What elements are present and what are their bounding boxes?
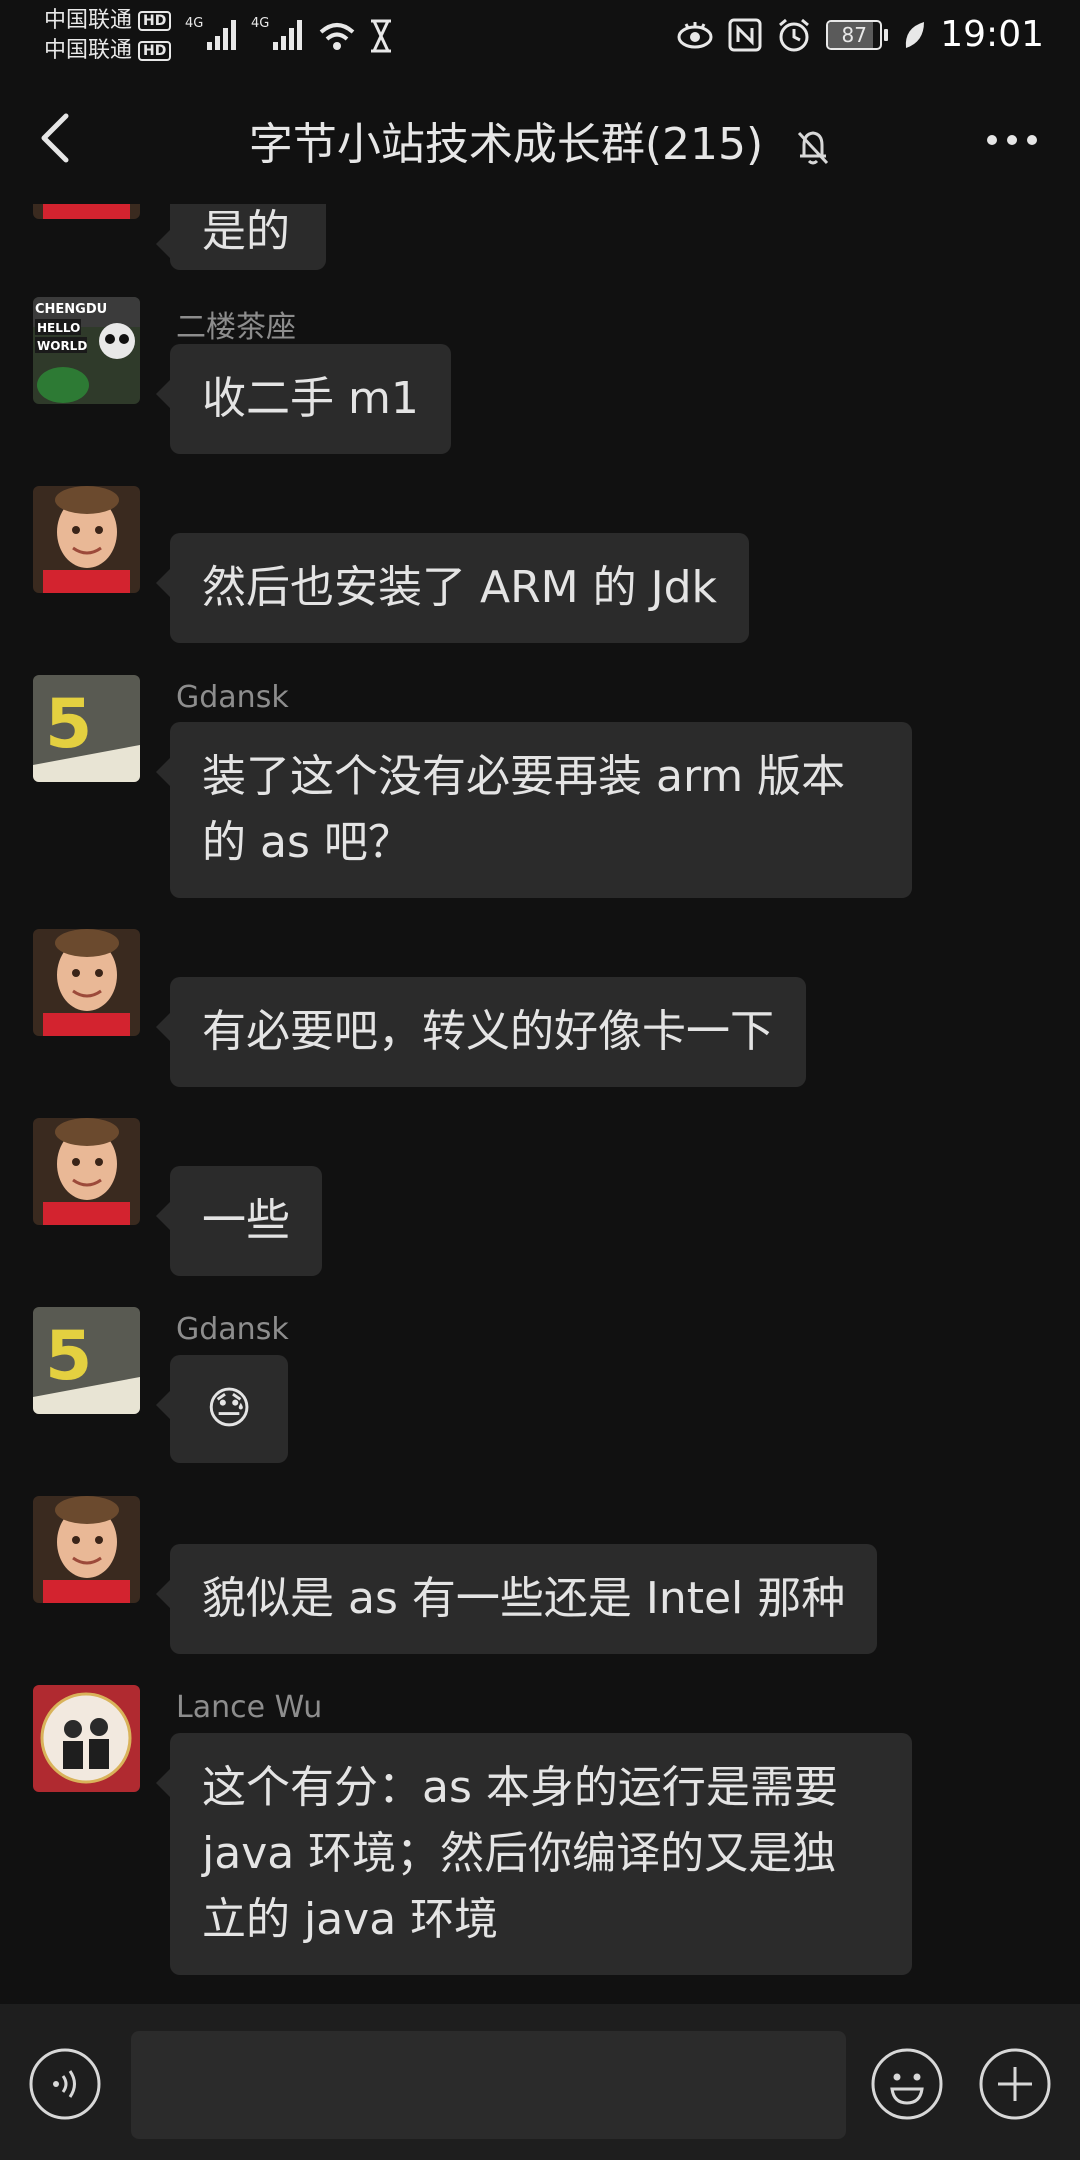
avatar-number-label: 5 — [45, 1317, 92, 1396]
signal-icon: 4G — [185, 16, 236, 50]
sender-name: Gdansk — [176, 1312, 289, 1347]
sender-name: Lance Wu — [176, 1690, 323, 1725]
input-bar — [0, 2004, 1080, 2160]
avatar-boy[interactable] — [33, 1118, 140, 1225]
nfc-icon — [728, 18, 762, 51]
voice-input-icon[interactable] — [28, 2047, 102, 2121]
battery-indicator: 87 — [826, 19, 889, 50]
emoji-icon[interactable] — [870, 2047, 944, 2121]
avatar-number-five[interactable]: 5 — [33, 1307, 140, 1414]
signal-icon: 4G — [251, 16, 302, 50]
battery-level: 87 — [841, 22, 867, 47]
carrier-name-2: 中国联通 — [44, 38, 133, 63]
hourglass-icon — [371, 19, 391, 53]
message-bubble[interactable]: 装了这个没有必要再装 arm 版本的 as 吧？ — [156, 722, 912, 898]
message-bubble[interactable]: 😓 — [156, 1355, 288, 1463]
leaf-icon — [906, 21, 925, 48]
alarm-icon — [779, 18, 810, 51]
message-text: 是的 — [202, 206, 290, 257]
message-text: 然后也安装了 ARM 的 Jdk — [202, 562, 717, 613]
avatar-number-label: 5 — [45, 685, 92, 764]
chat-title-wrap: 字节小站技术成长群(215) — [0, 108, 1080, 172]
chat-title: 字节小站技术成长群(215) — [248, 119, 764, 170]
net-type-label-1: 4G — [185, 16, 203, 31]
wifi-icon — [319, 23, 355, 50]
avatar-chengdu-hello-world[interactable]: CHENGDU HELLO WORLD — [33, 297, 140, 404]
more-options-icon[interactable] — [984, 122, 1040, 158]
avatar-boy[interactable] — [33, 1496, 140, 1603]
message-bubble[interactable]: 然后也安装了 ARM 的 Jdk — [156, 533, 749, 643]
sender-name: 二楼茶座 — [176, 310, 296, 345]
svg-text:WORLD: WORLD — [37, 339, 87, 353]
status-right: 87 19:01 — [676, 14, 1044, 55]
status-bar: 中国联通 HD 中国联通 HD 4G 4G 87 19:01 — [0, 0, 1080, 72]
network-icons: 4G 4G — [185, 14, 395, 54]
message-bubble[interactable]: 貌似是 as 有一些还是 Intel 那种 — [155, 1544, 878, 1654]
avatar-lance-wu[interactable] — [33, 1685, 140, 1792]
svg-text:HELLO: HELLO — [37, 321, 80, 335]
avatar-boy[interactable] — [33, 929, 140, 1036]
clock-time: 19:01 — [940, 14, 1044, 55]
message-text: 这个有分：as 本身的运行是需要 java 环境；然后你编译的又是独立的 jav… — [202, 1762, 838, 1945]
svg-text:CHENGDU: CHENGDU — [35, 302, 107, 317]
message-text: 一些 — [202, 1195, 290, 1246]
message-list[interactable]: 是的 CHENGDU HELLO WORLD 二楼茶座 收二手 m1 然后也安装… — [0, 204, 1080, 2004]
message-text: 收二手 m1 — [202, 373, 419, 424]
net-type-label-2: 4G — [251, 16, 269, 31]
message-text: 装了这个没有必要再装 arm 版本的 as 吧？ — [202, 751, 846, 868]
chat-header: 字节小站技术成长群(215) — [0, 72, 1080, 204]
message-input[interactable] — [131, 2031, 846, 2139]
message-text: 有必要吧，转义的好像卡一下 — [202, 1006, 774, 1057]
message-text: 😓 — [206, 1383, 252, 1434]
mute-bell-icon — [798, 131, 829, 165]
message-bubble[interactable]: 一些 — [156, 1166, 322, 1276]
plus-icon[interactable] — [978, 2047, 1052, 2121]
message-bubble[interactable]: 是的 — [156, 204, 326, 270]
eye-icon — [677, 21, 713, 48]
message-bubble[interactable]: 有必要吧，转义的好像卡一下 — [156, 977, 806, 1087]
avatar-boy[interactable] — [33, 486, 140, 593]
message-bubble[interactable]: 收二手 m1 — [156, 344, 451, 454]
hd-badge-1: HD — [138, 11, 172, 31]
avatar-boy[interactable] — [33, 204, 140, 219]
avatar-number-five[interactable]: 5 — [33, 675, 140, 782]
sender-name: Gdansk — [176, 680, 289, 715]
message-text: 貌似是 as 有一些还是 Intel 那种 — [202, 1573, 846, 1624]
hd-badge-2: HD — [138, 41, 172, 61]
carrier-name-1: 中国联通 — [44, 8, 133, 33]
message-bubble[interactable]: 这个有分：as 本身的运行是需要 java 环境；然后你编译的又是独立的 jav… — [156, 1733, 912, 1975]
carrier-info: 中国联通 HD 中国联通 HD — [44, 6, 172, 66]
